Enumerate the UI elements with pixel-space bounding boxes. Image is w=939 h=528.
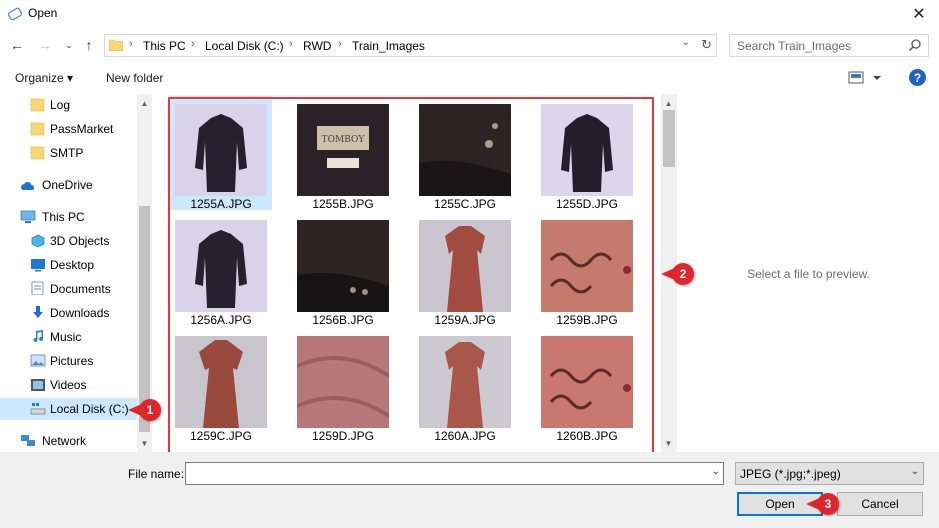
videos-icon [31, 379, 45, 391]
sidebar-item-local-disk[interactable]: Local Disk (C:) [0, 398, 137, 420]
breadcrumb-separator: › [191, 38, 195, 50]
sidebar-item-pictures[interactable]: Pictures [0, 350, 137, 372]
cancel-button[interactable]: Cancel [837, 492, 923, 516]
arrow-right-icon: → [38, 37, 52, 53]
forward-button[interactable]: → [36, 36, 54, 54]
command-bar: Organize ▾ New folder ? [0, 64, 939, 92]
sidebar-item-label: PassMarket [50, 122, 114, 136]
sidebar-item-videos[interactable]: Videos [0, 374, 137, 396]
sidebar-item-label: Music [50, 330, 82, 344]
sidebar-item-label: 3D Objects [50, 234, 110, 248]
callout-badge: 3 [817, 493, 839, 515]
sidebar-item-music[interactable]: Music [0, 326, 137, 348]
computer-icon [20, 210, 36, 223]
music-icon [33, 330, 43, 342]
sidebar-item-label: Desktop [50, 258, 95, 272]
folder-icon [30, 122, 45, 136]
breadcrumb-separator: › [338, 38, 342, 50]
desktop-icon [31, 259, 45, 272]
file-grid-scroll-thumb[interactable] [663, 110, 675, 167]
callout-badge: 2 [672, 263, 694, 285]
cube-icon [31, 234, 45, 248]
sidebar-item-documents[interactable]: Documents [0, 278, 137, 300]
sidebar-item-label: Documents [50, 282, 111, 296]
file-name-label: File name: [128, 467, 185, 481]
drive-icon [30, 403, 46, 415]
file-name-input[interactable]: ⌄ [185, 462, 724, 485]
refresh-icon[interactable]: ↻ [701, 37, 712, 53]
scroll-down-icon[interactable]: ▼ [661, 436, 676, 450]
sidebar-item-label: Downloads [50, 306, 110, 320]
view-options-icon[interactable] [848, 71, 884, 85]
search-box[interactable]: Search Train_Images [729, 34, 929, 57]
scroll-up-icon[interactable]: ▲ [661, 96, 676, 110]
arrow-left-icon: ← [10, 37, 24, 53]
navigation-pane: Log PassMarket SMTP OneDrive This PC 3D … [0, 94, 152, 452]
up-button[interactable]: ↑ [80, 36, 98, 54]
scroll-down-icon[interactable]: ▼ [137, 436, 152, 450]
sidebar-item-label: SMTP [50, 146, 84, 160]
window-title: Open [28, 6, 58, 20]
navigation-bar: ← → ⌄ ↑ › This PC › Local Disk (C:) › RW… [0, 30, 939, 60]
file-grid-highlight [168, 97, 654, 455]
sidebar-item-network[interactable]: Network [0, 430, 137, 452]
close-icon: ✕ [912, 6, 926, 23]
sidebar-item-downloads[interactable]: Downloads [0, 302, 137, 324]
cloud-icon [21, 181, 35, 190]
sidebar-item-label: Log [50, 98, 71, 112]
preview-pane: Select a file to preview. [678, 94, 939, 452]
breadcrumb-this-pc[interactable]: This PC [143, 39, 186, 53]
title-bar: Open ✕ [0, 0, 939, 28]
sidebar-item-label: OneDrive [42, 178, 93, 192]
callout-badge: 1 [139, 399, 161, 421]
sidebar-item-label: Local Disk (C:) [50, 402, 129, 416]
open-button[interactable]: Open [737, 492, 823, 516]
address-bar[interactable]: › This PC › Local Disk (C:) › RWD › Trai… [104, 34, 717, 57]
organize-menu[interactable]: Organize ▾ [15, 71, 73, 85]
dialog-footer: File name: ⌄ JPEG (*.jpg;*.jpeg) ⌄ Open … [0, 452, 939, 528]
breadcrumb-local-disk[interactable]: Local Disk (C:) [205, 39, 284, 53]
sidebar-item-log[interactable]: Log [0, 94, 137, 116]
breadcrumb-train-images[interactable]: Train_Images [352, 39, 425, 53]
scroll-up-icon[interactable]: ▲ [137, 96, 152, 110]
chevron-down-icon: ⌄ [65, 39, 73, 50]
folder-icon [30, 98, 45, 112]
breadcrumb-rwd[interactable]: RWD [303, 39, 331, 53]
sidebar-item-label: This PC [42, 210, 85, 224]
sidebar-item-label: Videos [50, 378, 87, 392]
sidebar-item-label: Network [42, 434, 87, 448]
sidebar-item-desktop[interactable]: Desktop [0, 254, 137, 276]
search-placeholder: Search Train_Images [737, 39, 852, 53]
chevron-down-icon: ⌄ [910, 466, 919, 477]
search-icon [908, 39, 921, 52]
new-folder-button[interactable]: New folder [106, 71, 163, 85]
help-button[interactable]: ? [909, 69, 926, 86]
sidebar-item-smtp[interactable]: SMTP [0, 142, 137, 164]
folder-icon [109, 39, 123, 51]
open-file-icon [8, 7, 22, 21]
recent-locations-button[interactable]: ⌄ [60, 36, 78, 54]
file-type-select[interactable]: JPEG (*.jpg;*.jpeg) ⌄ [735, 462, 924, 485]
pictures-icon [30, 354, 46, 367]
sidebar-item-3d-objects[interactable]: 3D Objects [0, 230, 137, 252]
address-dropdown-icon[interactable]: ⌄ [682, 37, 690, 48]
arrow-up-icon: ↑ [85, 37, 93, 53]
sidebar-item-passmarket[interactable]: PassMarket [0, 118, 137, 140]
folder-icon [30, 146, 45, 160]
sidebar-item-this-pc[interactable]: This PC [0, 206, 137, 228]
close-button[interactable]: ✕ [899, 0, 939, 28]
breadcrumb-separator: › [129, 38, 133, 50]
documents-icon [31, 281, 44, 295]
back-button[interactable]: ← [8, 36, 26, 54]
breadcrumb-separator: › [289, 38, 293, 50]
chevron-down-icon[interactable]: ⌄ [712, 466, 720, 477]
network-icon [21, 435, 35, 446]
sidebar-item-label: Pictures [50, 354, 94, 368]
sidebar-item-onedrive[interactable]: OneDrive [0, 174, 137, 196]
preview-message: Select a file to preview. [747, 267, 870, 281]
download-icon [33, 306, 43, 318]
file-type-value: JPEG (*.jpg;*.jpeg) [740, 467, 841, 481]
